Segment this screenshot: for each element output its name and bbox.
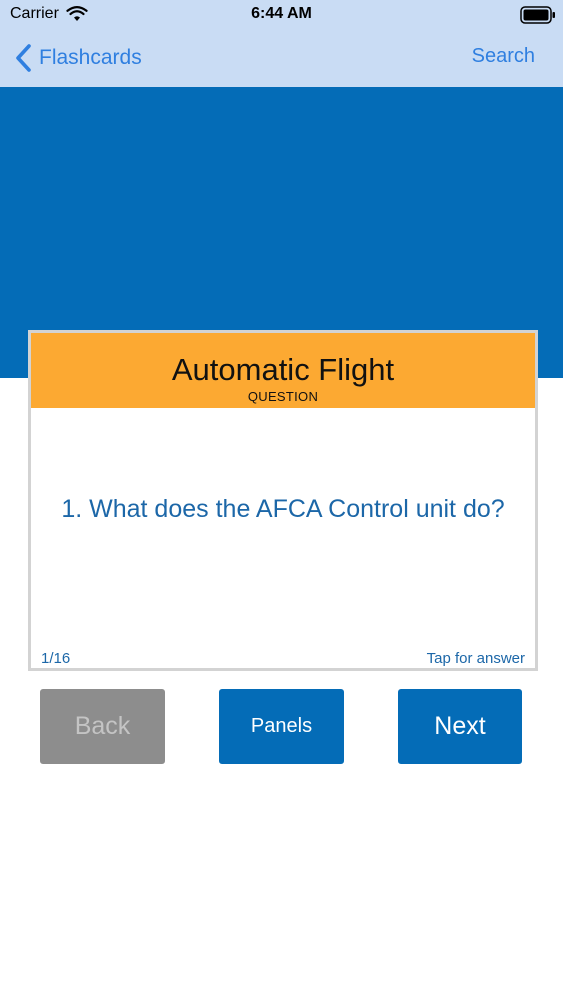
status-time: 6:44 AM (251, 5, 312, 22)
search-button[interactable]: Search (472, 45, 535, 68)
battery-icon (520, 6, 555, 24)
navigation-bar: Flashcards Search (0, 30, 563, 87)
card-question: 1. What does the AFCA Control unit do? (61, 495, 505, 523)
panels-button[interactable]: Panels (219, 689, 344, 764)
next-button[interactable]: Next (398, 689, 522, 764)
card-title: Automatic Flight (171, 352, 395, 387)
tap-for-answer-hint: Tap for answer (426, 650, 525, 667)
back-to-flashcards-button[interactable]: Flashcards (14, 42, 142, 74)
flashcard[interactable]: Automatic Flight QUESTION 1. What does t… (28, 330, 538, 671)
card-subtitle: QUESTION (247, 389, 319, 404)
back-label: Flashcards (39, 46, 142, 69)
status-bar: Carrier 6:44 AM (0, 0, 563, 30)
chevron-left-icon (16, 44, 31, 72)
back-button[interactable]: Back (40, 689, 165, 764)
card-header: Automatic Flight QUESTION (31, 333, 535, 408)
card-counter: 1/16 (41, 650, 71, 667)
